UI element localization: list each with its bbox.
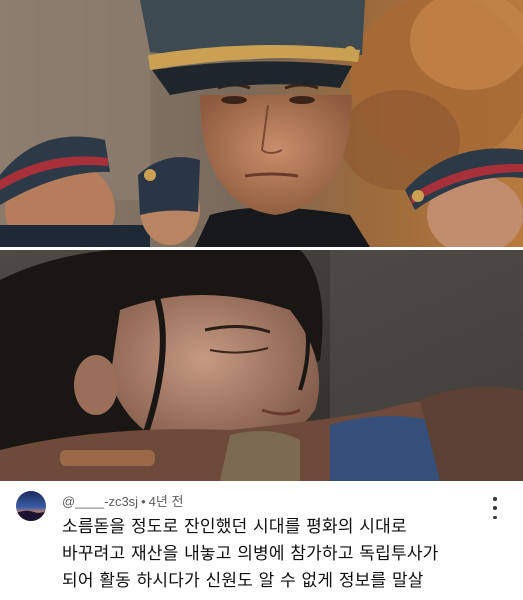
comment-line-1: 소름돋을 정도로 잔인했던 시대를 평화의 시대로 [62, 517, 407, 537]
comment-time[interactable]: 4년 전 [149, 494, 184, 509]
comment-line-2: 바꾸려고 재산을 내놓고 의병에 참가하고 독립투사가 [62, 544, 439, 564]
drama-still-woman [0, 250, 523, 481]
comment-body: 소름돋을 정도로 잔인했던 시대를 평화의 시대로 바꾸려고 재산을 내놓고 의… [62, 514, 502, 595]
drama-still-officer [0, 0, 523, 247]
profile-avatar[interactable] [16, 491, 46, 521]
comment-author[interactable]: @____-zc3sj [62, 494, 138, 509]
comment-line-3: 되어 활동 하시다가 신원도 알 수 없게 정보를 말살 [62, 571, 424, 591]
comment-card: @____-zc3sj • 4년 전 소름돋을 정도로 잔인했던 시대를 평화의 시… [0, 481, 523, 600]
comment-meta: @____-zc3sj • 4년 전 [62, 491, 183, 510]
meta-separator: • [141, 494, 146, 509]
